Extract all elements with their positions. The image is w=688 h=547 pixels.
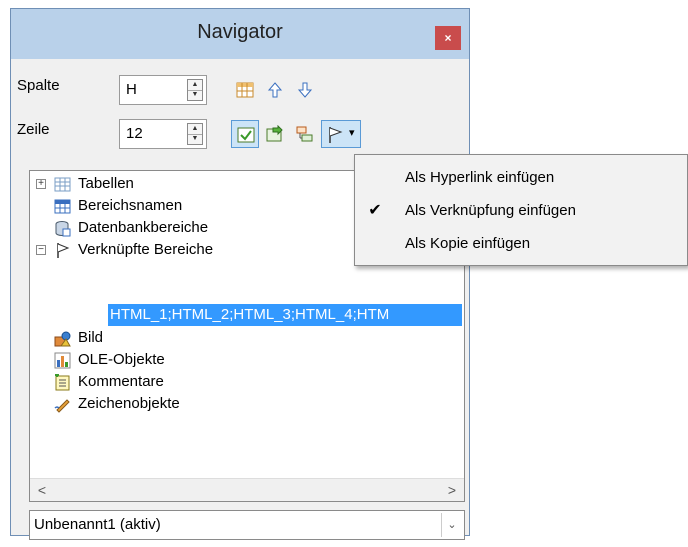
menu-item-label: Als Hyperlink einfügen [405,169,555,186]
dropdown-arrow-icon[interactable]: ▾ [349,126,355,139]
headings-button[interactable] [291,120,319,148]
row-value[interactable]: 12 [126,125,143,142]
document-select-value[interactable]: Unbenannt1 (aktiv) [34,516,161,533]
close-button[interactable]: × [435,26,461,50]
menu-item-insert-as-copy[interactable]: Als Kopie einfügen [355,227,687,260]
tree-item-comments[interactable]: Kommentare [30,371,460,393]
tree-item-label: Datenbankbereiche [78,219,209,236]
start-button[interactable] [261,76,289,104]
scenarios-button[interactable] [261,120,289,148]
drag-mode-flag-icon [329,127,343,143]
tree-item-label: Bereichsnamen [78,197,183,214]
tree-item-ole-objects[interactable]: OLE-Objekte [30,349,460,371]
data-range-button[interactable] [231,76,259,104]
tree-item-images[interactable]: Bild [30,327,460,349]
document-select[interactable]: Unbenannt1 (aktiv) ⌄ [29,510,465,540]
comment-icon [55,374,70,391]
data-range-icon [236,82,254,98]
arrow-up-icon [267,82,283,98]
menu-item-insert-as-link[interactable]: ✔ Als Verknüpfung einfügen [355,194,687,227]
scroll-left-icon[interactable]: < [32,480,52,500]
expand-icon[interactable]: + [36,179,46,189]
scenarios-icon [266,125,283,142]
tree-item-label: Verknüpfte Bereiche [78,241,214,258]
menu-item-insert-as-hyperlink[interactable]: Als Hyperlink einfügen [355,161,687,194]
database-icon [55,221,71,237]
navigator-window: Navigator × Spalte H ▲ ▼ Zeile 12 ▲ ▼ ▾ … [10,8,470,540]
flag-icon [57,243,70,258]
navigator-client: Spalte H ▲ ▼ Zeile 12 ▲ ▼ ▾ + Tabellen B… [11,59,469,540]
end-button[interactable] [291,76,319,104]
tree-item-label: OLE-Objekte [78,351,165,368]
toggle-content-icon [237,127,255,143]
window-title: Navigator [197,21,283,43]
arrow-down-icon [297,82,313,98]
column-value[interactable]: H [126,81,137,98]
tree-item-label: Zeichenobjekte [78,395,180,412]
spin-down-icon[interactable]: ▼ [188,134,202,144]
collapse-icon[interactable]: − [36,245,46,255]
tree-item-html-links[interactable]: HTML_1;HTML_2;HTML_3;HTML_4;HTM [108,304,462,326]
tree-item-drawing-objects[interactable]: Zeichenobjekte [30,393,460,415]
row-spin-buttons[interactable]: ▲ ▼ [187,123,203,145]
menu-item-label: Als Kopie einfügen [405,235,531,252]
chart-icon [54,352,71,369]
tree-item-label: Bild [78,329,104,346]
image-icon [54,331,71,347]
table-icon [54,177,71,192]
row-spinbox[interactable]: 12 ▲ ▼ [119,119,207,149]
menu-item-label: Als Verknüpfung einfügen [405,202,576,219]
tree-item-label: Tabellen [78,175,134,192]
pencil-icon [54,399,70,413]
drag-mode-menu: Als Hyperlink einfügen ✔ Als Verknüpfung… [354,154,688,266]
column-spinbox[interactable]: H ▲ ▼ [119,75,207,105]
range-names-icon [54,199,71,214]
spin-down-icon[interactable]: ▼ [188,90,202,100]
column-label: Spalte [17,77,60,94]
column-spin-buttons[interactable]: ▲ ▼ [187,79,203,101]
chevron-down-icon[interactable]: ⌄ [441,513,462,537]
horizontal-scrollbar[interactable]: < > [30,478,464,501]
toggle-content-button[interactable] [231,120,259,148]
checkmark-icon: ✔ [368,202,382,219]
drag-mode-button[interactable]: ▾ [321,120,361,148]
title-bar[interactable]: Navigator × [11,9,469,59]
headings-icon [296,126,313,142]
tree-item-label: Kommentare [78,373,164,390]
scroll-right-icon[interactable]: > [442,480,462,500]
row-label: Zeile [17,121,50,138]
